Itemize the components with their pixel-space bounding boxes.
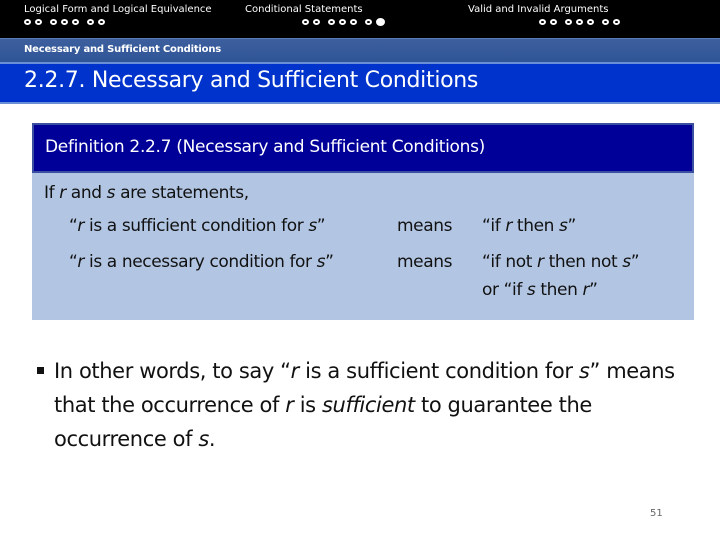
- definition-heading: Definition 2.2.7 (Necessary and Sufficie…: [45, 137, 486, 157]
- nav-section-title[interactable]: Conditional Statements: [245, 4, 363, 16]
- slide-dot[interactable]: [565, 19, 572, 25]
- slide-dot[interactable]: [24, 19, 31, 25]
- definition-box: Definition 2.2.7 (Necessary and Sufficie…: [32, 123, 694, 320]
- slide-dot[interactable]: [576, 19, 583, 25]
- sufficient-condition-rhs: “if r then s”: [482, 216, 576, 236]
- page-number: 51: [650, 508, 663, 519]
- slide-dot[interactable]: [72, 19, 79, 25]
- nav-section-valid-invalid-arguments[interactable]: Valid and Invalid Arguments: [468, 4, 609, 16]
- definition-intro: If r and s are statements,: [44, 183, 249, 203]
- slide-dot[interactable]: [539, 19, 546, 25]
- variable-r: r: [59, 183, 66, 203]
- slide-dot[interactable]: [328, 19, 335, 25]
- section-navigation: Logical Form and Logical Equivalence Con…: [0, 0, 720, 38]
- slide-dot[interactable]: [61, 19, 68, 25]
- text: ”: [325, 252, 334, 272]
- necessary-condition-rhs-alt: or “if s then r”: [482, 280, 598, 300]
- slide-dot[interactable]: [35, 19, 42, 25]
- nav-dots-logical-form: [24, 19, 109, 28]
- variable-s: s: [316, 252, 326, 272]
- slide-dot[interactable]: [313, 19, 320, 25]
- nav-section-conditional-statements[interactable]: Conditional Statements: [245, 4, 363, 16]
- slide-title: 2.2.7. Necessary and Sufficient Conditio…: [24, 68, 479, 93]
- slide-dot[interactable]: [613, 19, 620, 25]
- slide-title-bar: 2.2.7. Necessary and Sufficient Conditio…: [0, 62, 720, 104]
- slide-dot[interactable]: [50, 19, 57, 25]
- slide-dot[interactable]: [365, 19, 372, 25]
- variable-s: s: [198, 427, 209, 451]
- variable-r: r: [290, 359, 300, 383]
- nav-section-title[interactable]: Logical Form and Logical Equivalence: [24, 4, 212, 16]
- variable-s: s: [578, 359, 590, 383]
- text: In other words, to say “: [54, 359, 291, 383]
- bullet-point: In other words, to say “r is a sufficien…: [37, 354, 694, 456]
- subsection-bar: Necessary and Sufficient Conditions: [0, 38, 720, 62]
- slide-dot[interactable]: [302, 19, 309, 25]
- definition-heading-bar: Definition 2.2.7 (Necessary and Sufficie…: [32, 123, 694, 173]
- necessary-condition-lhs: “r is a necessary condition for s”: [69, 252, 334, 272]
- text: is: [293, 393, 322, 417]
- nav-dots-valid-invalid-arguments: [539, 19, 624, 28]
- nav-dots-conditional-statements: [302, 18, 389, 28]
- slide-dot[interactable]: [98, 19, 105, 25]
- sufficient-condition-lhs: “r is a sufficient condition for s”: [69, 216, 326, 236]
- text: ”: [316, 216, 326, 236]
- text: are statements,: [115, 183, 249, 203]
- slide-dot[interactable]: [587, 19, 594, 25]
- variable-s: s: [308, 216, 317, 236]
- necessary-condition-rhs: “if not r then not s”: [482, 252, 640, 272]
- emphasis-sufficient: sufficient: [322, 393, 415, 417]
- bullet-square-icon: [37, 367, 44, 374]
- slide-dot[interactable]: [87, 19, 94, 25]
- current-slide-dot[interactable]: [376, 18, 385, 26]
- means-label: means: [397, 252, 453, 272]
- variable-s: s: [106, 183, 116, 203]
- slide-dot[interactable]: [339, 19, 346, 25]
- subsection-title: Necessary and Sufficient Conditions: [24, 44, 221, 55]
- slide-dot[interactable]: [350, 19, 357, 25]
- nav-section-title[interactable]: Valid and Invalid Arguments: [468, 4, 609, 16]
- slide-dot[interactable]: [602, 19, 609, 25]
- text: If: [44, 183, 60, 203]
- means-label: means: [397, 216, 453, 236]
- text: is a sufficient condition for: [84, 216, 309, 236]
- slide-dot[interactable]: [550, 19, 557, 25]
- text: .: [208, 427, 216, 451]
- nav-section-logical-form[interactable]: Logical Form and Logical Equivalence: [24, 4, 212, 16]
- text: is a necessary condition for: [84, 252, 317, 272]
- text: is a sufficient condition for: [298, 359, 579, 383]
- text: and: [65, 183, 107, 203]
